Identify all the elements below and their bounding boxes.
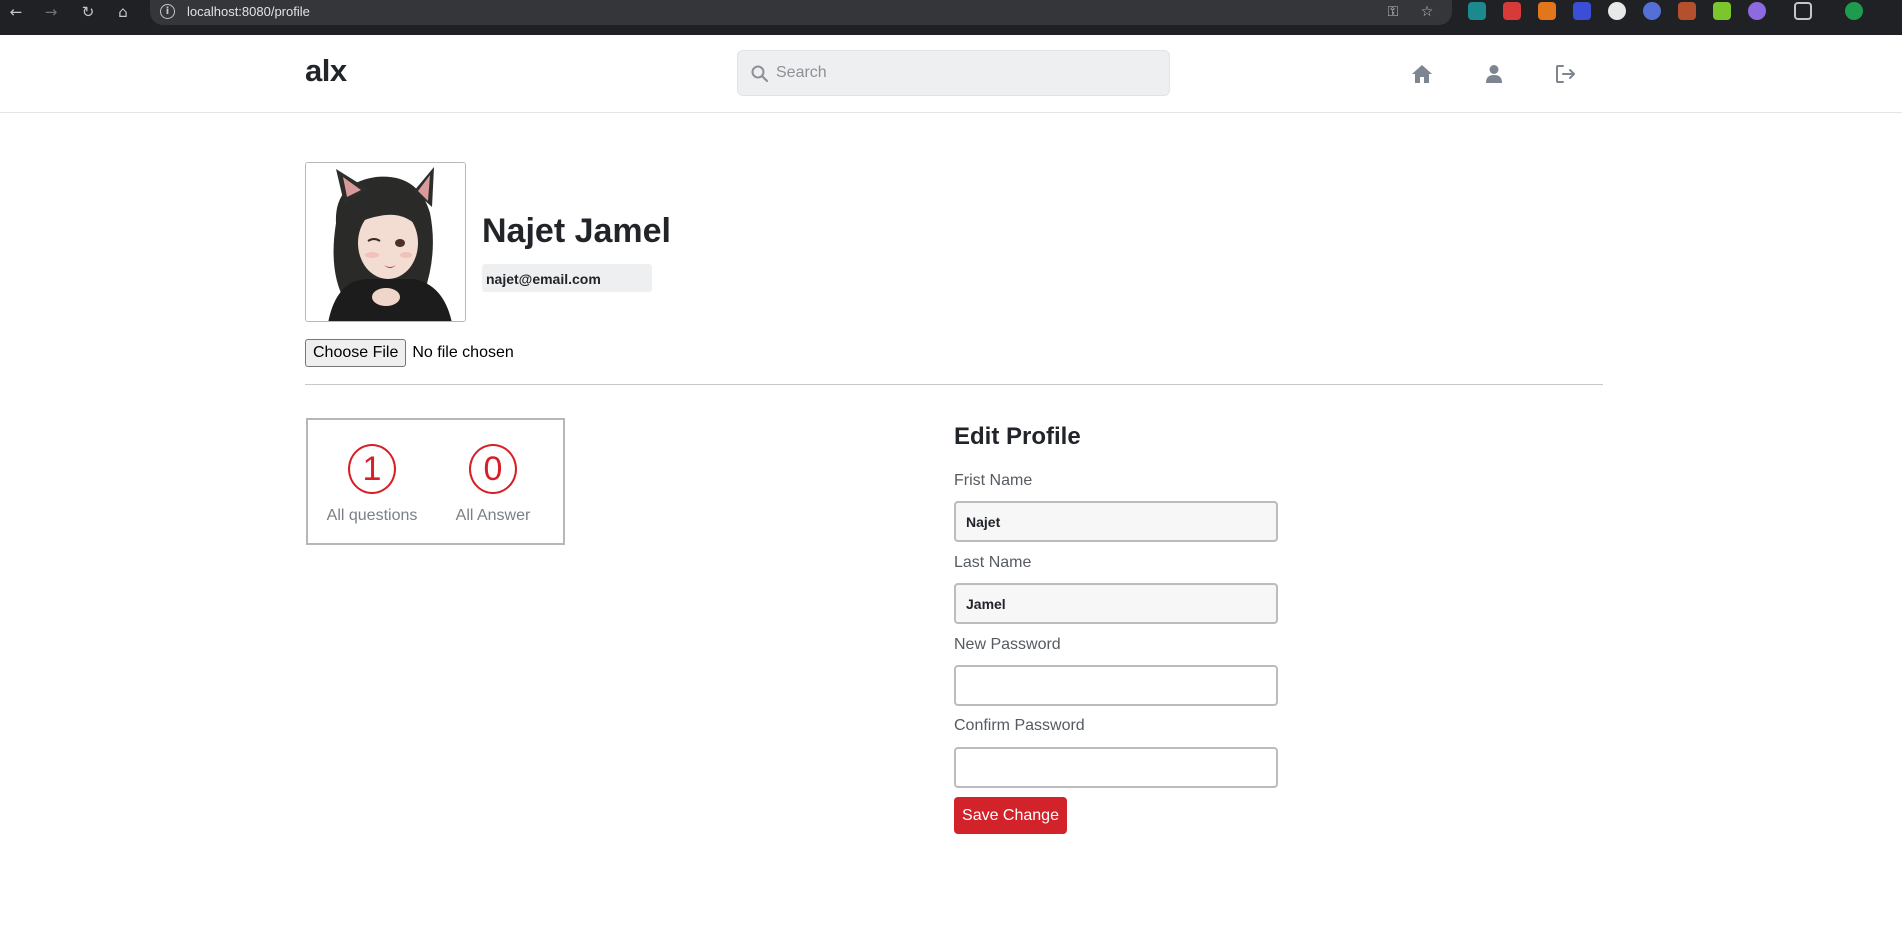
- metamask-icon[interactable]: [1538, 2, 1556, 20]
- divider: [305, 384, 1603, 385]
- first-name-field[interactable]: [954, 501, 1278, 542]
- new-password-label: New Password: [954, 636, 1061, 653]
- choose-file-button[interactable]: Choose File: [305, 339, 407, 367]
- edit-profile-title: Edit Profile: [954, 423, 1081, 450]
- save-change-button[interactable]: Save Change: [954, 797, 1067, 834]
- stat-count: 1: [348, 444, 396, 494]
- extension-icon[interactable]: [1608, 2, 1626, 20]
- search-input[interactable]: [776, 51, 1156, 95]
- address-bar[interactable]: i localhost:8080/profile ⚿ ☆: [150, 0, 1452, 25]
- stat-questions[interactable]: 1 All questions: [324, 444, 420, 525]
- avatar: [305, 162, 466, 322]
- stat-answers[interactable]: 0 All Answer: [445, 444, 541, 525]
- extension-icon[interactable]: [1573, 2, 1591, 20]
- app-header: alx: [0, 35, 1902, 113]
- confirm-password-field[interactable]: [954, 747, 1278, 788]
- avatar-illustration: [306, 163, 465, 321]
- extension-icon[interactable]: [1643, 2, 1661, 20]
- last-name-label: Last Name: [954, 554, 1032, 571]
- browser-toolbar: ← → ↻ ⌂ i localhost:8080/profile ⚿ ☆: [0, 0, 1902, 35]
- extension-icon[interactable]: [1678, 2, 1696, 20]
- home-icon[interactable]: [1409, 62, 1435, 86]
- last-name-field[interactable]: [954, 583, 1278, 624]
- search-icon: [751, 65, 769, 83]
- info-icon[interactable]: i: [160, 4, 175, 19]
- extension-icon[interactable]: [1748, 2, 1766, 20]
- extension-icon[interactable]: [1503, 2, 1521, 20]
- new-password-field[interactable]: [954, 665, 1278, 706]
- url-text[interactable]: localhost:8080/profile: [187, 4, 310, 19]
- first-name-label: Frist Name: [954, 472, 1033, 489]
- reload-icon[interactable]: ↻: [77, 0, 99, 23]
- extension-icon[interactable]: [1468, 2, 1486, 20]
- extensions-puzzle-icon[interactable]: [1794, 2, 1812, 20]
- stat-label: All questions: [326, 507, 418, 524]
- back-icon[interactable]: ←: [5, 0, 27, 23]
- stat-count: 0: [469, 444, 517, 494]
- forward-icon[interactable]: →: [40, 0, 62, 23]
- confirm-password-label: Confirm Password: [954, 717, 1085, 734]
- stats-card: 1 All questions 0 All Answer: [306, 418, 565, 545]
- logo[interactable]: alx: [305, 53, 347, 89]
- logout-icon[interactable]: [1553, 62, 1579, 86]
- profile-email: najet@email.com: [482, 264, 652, 292]
- profile-avatar-icon[interactable]: [1845, 2, 1863, 20]
- user-icon[interactable]: [1481, 62, 1507, 86]
- search-box[interactable]: [737, 50, 1170, 96]
- file-upload: Choose File No file chosen: [305, 339, 514, 367]
- stat-label: All Answer: [455, 507, 531, 524]
- key-icon[interactable]: ⚿: [1382, 2, 1404, 22]
- file-status: No file chosen: [412, 344, 514, 361]
- extension-icon[interactable]: [1713, 2, 1731, 20]
- star-icon[interactable]: ☆: [1416, 2, 1438, 22]
- home-icon[interactable]: ⌂: [112, 0, 134, 23]
- profile-name: Najet Jamel: [482, 212, 671, 250]
